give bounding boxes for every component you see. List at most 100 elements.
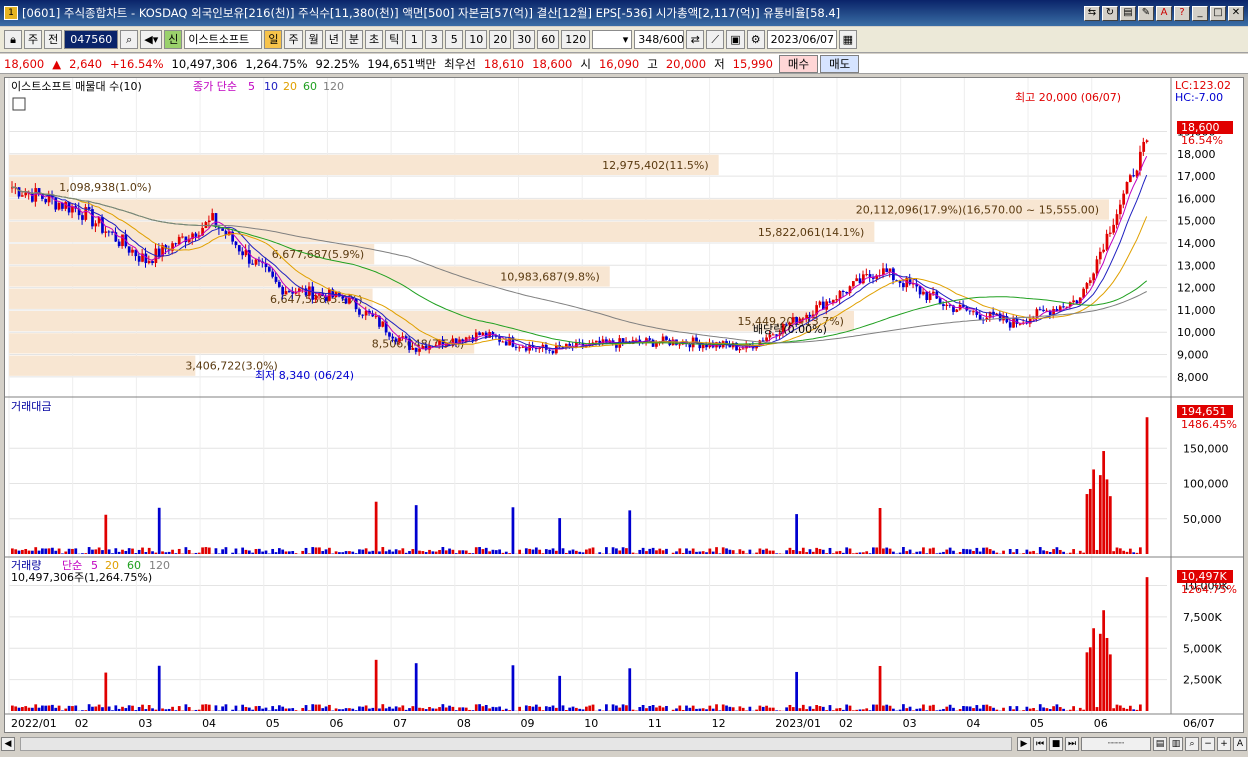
count-input[interactable]: 348/600: [634, 30, 685, 49]
layout2-icon[interactable]: ▥: [1169, 737, 1183, 751]
amount-bar: [461, 550, 465, 554]
prev-button[interactable]: 전: [44, 30, 63, 49]
plus-icon[interactable]: +: [1217, 737, 1231, 751]
minute-5[interactable]: 5: [445, 30, 464, 49]
price-tick-label: 18,000: [1177, 148, 1216, 161]
minute-3[interactable]: 3: [425, 30, 444, 49]
volume-bar: [481, 706, 485, 711]
amount-bar: [865, 551, 869, 554]
volume-bar: [715, 704, 718, 711]
refresh-icon[interactable]: ↻: [1102, 5, 1118, 21]
print-icon[interactable]: ▤: [1120, 5, 1136, 21]
text-a-icon[interactable]: A: [1233, 737, 1247, 751]
play-forward-icon[interactable]: ⏭: [1065, 737, 1079, 751]
candle-body: [374, 316, 378, 318]
stop-icon[interactable]: ■: [1049, 737, 1063, 751]
candle-body: [1108, 232, 1112, 234]
scroll-left-icon[interactable]: ◀: [1, 737, 15, 751]
save-icon[interactable]: ▣: [726, 30, 745, 49]
sell-button[interactable]: 매도: [820, 54, 860, 73]
tool-line-icon[interactable]: ⟋: [706, 30, 725, 49]
grid-icon[interactable]: [12, 97, 26, 111]
zoom-slider-icon[interactable]: ┈┈┈: [1081, 737, 1151, 751]
horizontal-scrollbar[interactable]: [20, 737, 1012, 751]
candle-body: [845, 291, 849, 294]
minute-10[interactable]: 10: [465, 30, 488, 49]
lock-icon[interactable]: 🔒︎: [4, 30, 22, 49]
speaker-icon[interactable]: ◀▾: [140, 30, 163, 49]
interval-minute[interactable]: 분: [344, 30, 363, 49]
chart-area[interactable]: 3,406,722(3.0%) 8,506,048(7.5%) 15,449,201…: [4, 77, 1244, 733]
amount-bar: [825, 553, 829, 554]
volume-bar: [985, 704, 989, 711]
interval-month[interactable]: 월: [304, 30, 323, 49]
amount-bar: [428, 549, 431, 554]
scroll-right-icon[interactable]: ▶: [1017, 737, 1031, 751]
amount-bar: [1048, 551, 1052, 554]
interval-day[interactable]: 일: [264, 30, 283, 49]
search-icon[interactable]: ⌕: [120, 30, 139, 49]
chart-svg[interactable]: 3,406,722(3.0%)8,506,048(7.5%)15,449,201…: [5, 78, 1243, 732]
candle-body: [1105, 233, 1109, 250]
custom-interval-input[interactable]: ▾: [592, 30, 633, 49]
play-back-icon[interactable]: ⏮: [1033, 737, 1047, 751]
help-icon[interactable]: ?: [1174, 5, 1190, 21]
maximize-icon[interactable]: □: [1210, 5, 1226, 21]
high-value: 20,000: [665, 56, 707, 71]
interval-tick[interactable]: 틱: [385, 30, 404, 49]
amount-bar: [711, 551, 715, 554]
stock-code-input[interactable]: 047560: [64, 30, 119, 49]
amount-bar: [324, 549, 328, 554]
amount-bar: [44, 548, 48, 554]
link-icon[interactable]: ⇆: [1084, 5, 1100, 21]
candle-body: [361, 314, 365, 316]
amount-bar: [1062, 551, 1065, 554]
search-chart-icon[interactable]: ⌕: [1185, 737, 1199, 751]
date-input[interactable]: 2023/06/07: [766, 30, 837, 49]
font-icon[interactable]: A: [1156, 5, 1172, 21]
candle-body: [741, 348, 745, 350]
layout-icon[interactable]: ▤: [1153, 737, 1167, 751]
candle-body: [104, 231, 108, 233]
calendar-icon[interactable]: ▦: [838, 30, 858, 49]
amount-value: 194,651백만: [367, 56, 437, 71]
volume-bar: [1082, 709, 1085, 711]
minute-1[interactable]: 1: [405, 30, 424, 49]
interval-second[interactable]: 초: [364, 30, 384, 49]
volume-bar: [261, 708, 265, 711]
volume-bar: [1042, 707, 1045, 711]
period-select[interactable]: 주: [24, 30, 43, 49]
amount-bar: [37, 550, 41, 554]
volume-bar: [301, 708, 305, 711]
tool-arrow-icon[interactable]: ⇄: [686, 30, 705, 49]
amount-bar: [788, 547, 792, 554]
candle-body: [211, 213, 214, 221]
minus-icon[interactable]: −: [1201, 737, 1215, 751]
credit-badge[interactable]: 신: [164, 30, 183, 49]
buy-button[interactable]: 매수: [778, 54, 819, 73]
amount-bar: [1085, 494, 1089, 554]
amount-bar: [354, 553, 358, 554]
minute-120[interactable]: 120: [561, 30, 591, 49]
settings-icon[interactable]: ⚙: [746, 30, 765, 49]
candle-body: [287, 291, 291, 293]
volume-bar: [187, 707, 191, 711]
amount-bar: [845, 547, 849, 554]
minute-20[interactable]: 20: [489, 30, 512, 49]
candle-body: [791, 317, 795, 323]
close-icon[interactable]: ✕: [1228, 5, 1244, 21]
minute-30[interactable]: 30: [513, 30, 536, 49]
amount-bar: [277, 548, 281, 554]
interval-week[interactable]: 주: [284, 30, 303, 49]
volume-bar: [861, 709, 865, 711]
amount-bar: [291, 551, 295, 554]
minimize-icon[interactable]: _: [1192, 5, 1208, 21]
stock-name-field[interactable]: 이스트소프트: [184, 30, 263, 49]
candle-body: [1102, 249, 1106, 252]
volume-bar: [117, 708, 121, 711]
memo-icon[interactable]: ✎: [1138, 5, 1154, 21]
volume-bar: [434, 708, 438, 711]
interval-year[interactable]: 년: [324, 30, 343, 49]
minute-60[interactable]: 60: [537, 30, 560, 49]
candle-body: [932, 291, 935, 294]
